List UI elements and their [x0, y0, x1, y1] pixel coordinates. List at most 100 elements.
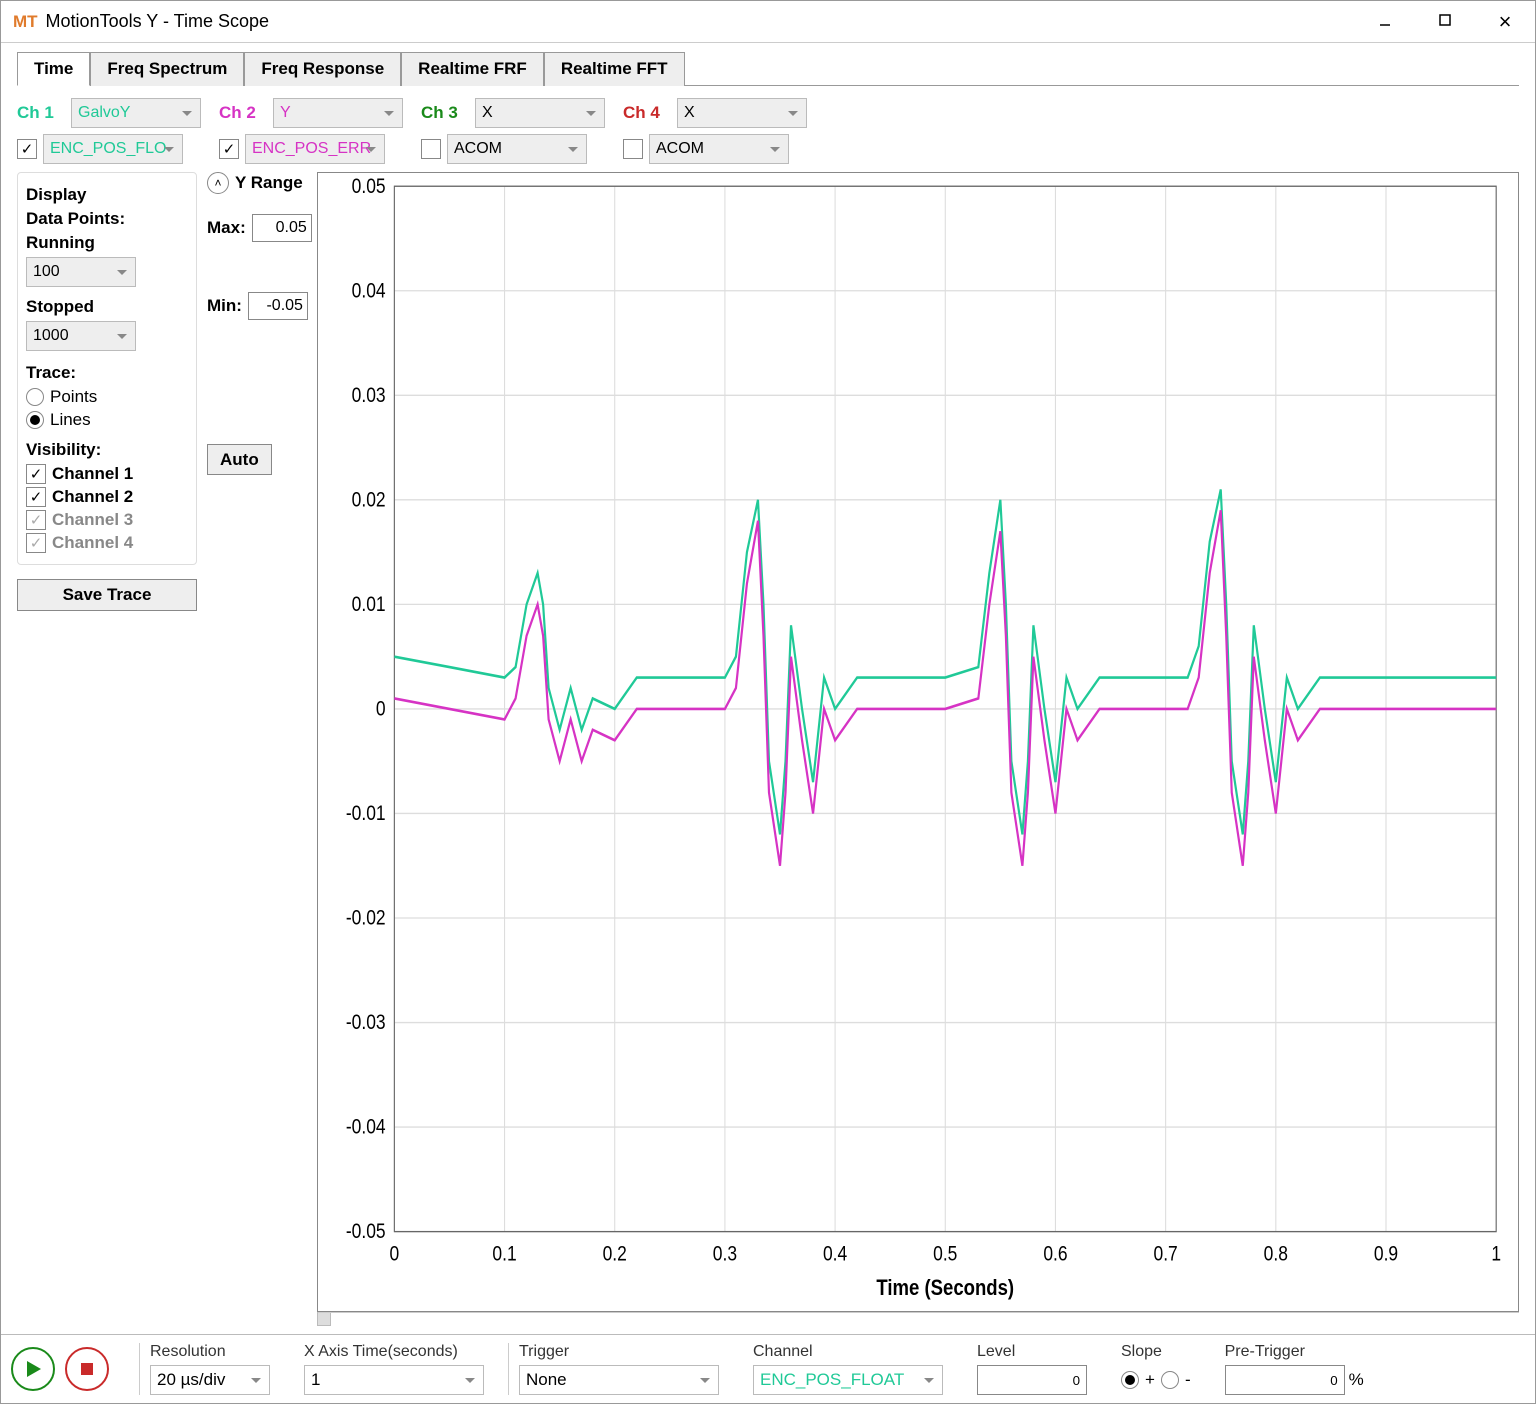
- pct-label: %: [1349, 1370, 1364, 1390]
- stop-button[interactable]: [65, 1347, 109, 1391]
- svg-text:0.6: 0.6: [1043, 1242, 1067, 1266]
- svg-text:0.1: 0.1: [492, 1242, 516, 1266]
- xaxis-label: X Axis Time(seconds): [304, 1343, 484, 1361]
- channel-4-group: Ch 4 X ACOM: [623, 98, 807, 164]
- svg-text:0.8: 0.8: [1264, 1242, 1288, 1266]
- vis-ch4-checkbox[interactable]: [26, 533, 46, 553]
- slope-minus-label: -: [1185, 1370, 1191, 1390]
- tab-time[interactable]: Time: [17, 52, 90, 86]
- vis-ch2-label: Channel 2: [52, 487, 133, 507]
- ch2-source-select[interactable]: Y: [273, 98, 403, 128]
- chart-wrapper: 00.10.20.30.40.50.60.70.80.91-0.05-0.04-…: [317, 172, 1519, 1326]
- tab-freq-response[interactable]: Freq Response: [244, 52, 401, 86]
- ch1-enable-checkbox[interactable]: [17, 139, 37, 159]
- titlebar: MT MotionTools Y - Time Scope ×: [1, 1, 1535, 43]
- auto-button[interactable]: Auto: [207, 444, 272, 475]
- ch4-source-select[interactable]: X: [677, 98, 807, 128]
- ch3-label: Ch 3: [421, 103, 469, 123]
- svg-text:0.2: 0.2: [603, 1242, 627, 1266]
- level-label: Level: [977, 1343, 1087, 1361]
- yrange-collapse-icon[interactable]: ˄: [207, 172, 229, 194]
- trigger-channel-select[interactable]: ENC_POS_FLOAT: [753, 1365, 943, 1395]
- vis-ch4-label: Channel 4: [52, 533, 133, 553]
- xaxis-select[interactable]: 1: [304, 1365, 484, 1395]
- vis-ch1-checkbox[interactable]: [26, 464, 46, 484]
- min-input[interactable]: [248, 292, 308, 320]
- close-button[interactable]: ×: [1475, 9, 1535, 35]
- tab-realtime-fft[interactable]: Realtime FFT: [544, 52, 685, 86]
- visibility-label: Visibility:: [26, 440, 188, 460]
- svg-text:0.02: 0.02: [352, 488, 386, 512]
- vis-ch3-label: Channel 3: [52, 510, 133, 530]
- svg-text:0.9: 0.9: [1374, 1242, 1398, 1266]
- stopped-label: Stopped: [26, 297, 188, 317]
- resolution-group: Resolution 20 µs/div: [139, 1343, 280, 1395]
- resolution-label: Resolution: [150, 1343, 270, 1361]
- svg-text:-0.04: -0.04: [346, 1115, 386, 1139]
- ch4-label: Ch 4: [623, 103, 671, 123]
- xaxis-group: X Axis Time(seconds) 1: [294, 1343, 494, 1395]
- trace-lines-text: Lines: [50, 410, 91, 430]
- trigger-group: Trigger None: [508, 1343, 729, 1395]
- slope-plus-radio[interactable]: [1121, 1371, 1139, 1389]
- svg-text:0.05: 0.05: [352, 174, 386, 198]
- data-points-label: Data Points:: [26, 209, 188, 229]
- ch2-signal-select[interactable]: ENC_POS_ERR: [245, 134, 385, 164]
- save-trace-button[interactable]: Save Trace: [17, 579, 197, 611]
- ch2-label: Ch 2: [219, 103, 267, 123]
- play-button[interactable]: [11, 1347, 55, 1391]
- svg-text:0.5: 0.5: [933, 1242, 957, 1266]
- ch3-enable-checkbox[interactable]: [421, 139, 441, 159]
- svg-text:-0.03: -0.03: [346, 1011, 386, 1035]
- pretrigger-input[interactable]: [1225, 1365, 1345, 1395]
- channel-selectors: Ch 1 GalvoY ENC_POS_FLO Ch 2 Y ENC_POS_E…: [17, 98, 1519, 164]
- ch3-source-select[interactable]: X: [475, 98, 605, 128]
- ch3-signal-select[interactable]: ACOM: [447, 134, 587, 164]
- chart-area[interactable]: 00.10.20.30.40.50.60.70.80.91-0.05-0.04-…: [317, 172, 1519, 1312]
- ch1-signal-select[interactable]: ENC_POS_FLO: [43, 134, 183, 164]
- tab-realtime-frf[interactable]: Realtime FRF: [401, 52, 544, 86]
- app-logo: MT: [13, 12, 38, 32]
- minimize-button[interactable]: [1355, 11, 1415, 32]
- slope-plus-label: +: [1145, 1370, 1155, 1390]
- ch4-signal-select[interactable]: ACOM: [649, 134, 789, 164]
- trigger-select[interactable]: None: [519, 1365, 719, 1395]
- ch1-label: Ch 1: [17, 103, 65, 123]
- vis-ch3-checkbox[interactable]: [26, 510, 46, 530]
- svg-text:0.3: 0.3: [713, 1242, 737, 1266]
- ch4-enable-checkbox[interactable]: [623, 139, 643, 159]
- trace-points-radio[interactable]: [26, 388, 44, 406]
- trigger-label: Trigger: [519, 1343, 719, 1361]
- slope-minus-radio[interactable]: [1161, 1371, 1179, 1389]
- scroll-thumb[interactable]: [317, 1312, 331, 1326]
- window-title: MotionTools Y - Time Scope: [46, 11, 1355, 32]
- level-input[interactable]: [977, 1365, 1087, 1395]
- app-window: MT MotionTools Y - Time Scope × Time Fre…: [0, 0, 1536, 1404]
- svg-text:0: 0: [390, 1242, 400, 1266]
- maximize-button[interactable]: [1415, 11, 1475, 32]
- yrange-panel: ˄ Y Range Max: Min: Auto: [207, 172, 307, 1326]
- display-panel: Display Data Points: Running 100 Stopped…: [17, 172, 197, 1326]
- vis-ch2-checkbox[interactable]: [26, 487, 46, 507]
- tab-freq-spectrum[interactable]: Freq Spectrum: [90, 52, 244, 86]
- display-box: Display Data Points: Running 100 Stopped…: [17, 172, 197, 565]
- slope-group: Slope + -: [1111, 1343, 1201, 1395]
- svg-text:-0.01: -0.01: [346, 802, 386, 826]
- trace-lines-radio[interactable]: [26, 411, 44, 429]
- ch1-source-select[interactable]: GalvoY: [71, 98, 201, 128]
- resolution-select[interactable]: 20 µs/div: [150, 1365, 270, 1395]
- yrange-title: Y Range: [235, 173, 303, 193]
- tab-bar: Time Freq Spectrum Freq Response Realtim…: [17, 51, 1519, 86]
- stopped-select[interactable]: 1000: [26, 321, 136, 351]
- trace-label: Trace:: [26, 363, 188, 383]
- trigger-channel-group: Channel ENC_POS_FLOAT: [743, 1343, 953, 1395]
- max-input[interactable]: [252, 214, 312, 242]
- main-row: Display Data Points: Running 100 Stopped…: [17, 172, 1519, 1326]
- running-select[interactable]: 100: [26, 257, 136, 287]
- ch2-enable-checkbox[interactable]: [219, 139, 239, 159]
- svg-text:0.03: 0.03: [352, 383, 386, 407]
- svg-text:Time (Seconds): Time (Seconds): [876, 1275, 1014, 1300]
- svg-text:0.7: 0.7: [1154, 1242, 1178, 1266]
- vis-ch1-label: Channel 1: [52, 464, 133, 484]
- svg-text:1: 1: [1491, 1242, 1501, 1266]
